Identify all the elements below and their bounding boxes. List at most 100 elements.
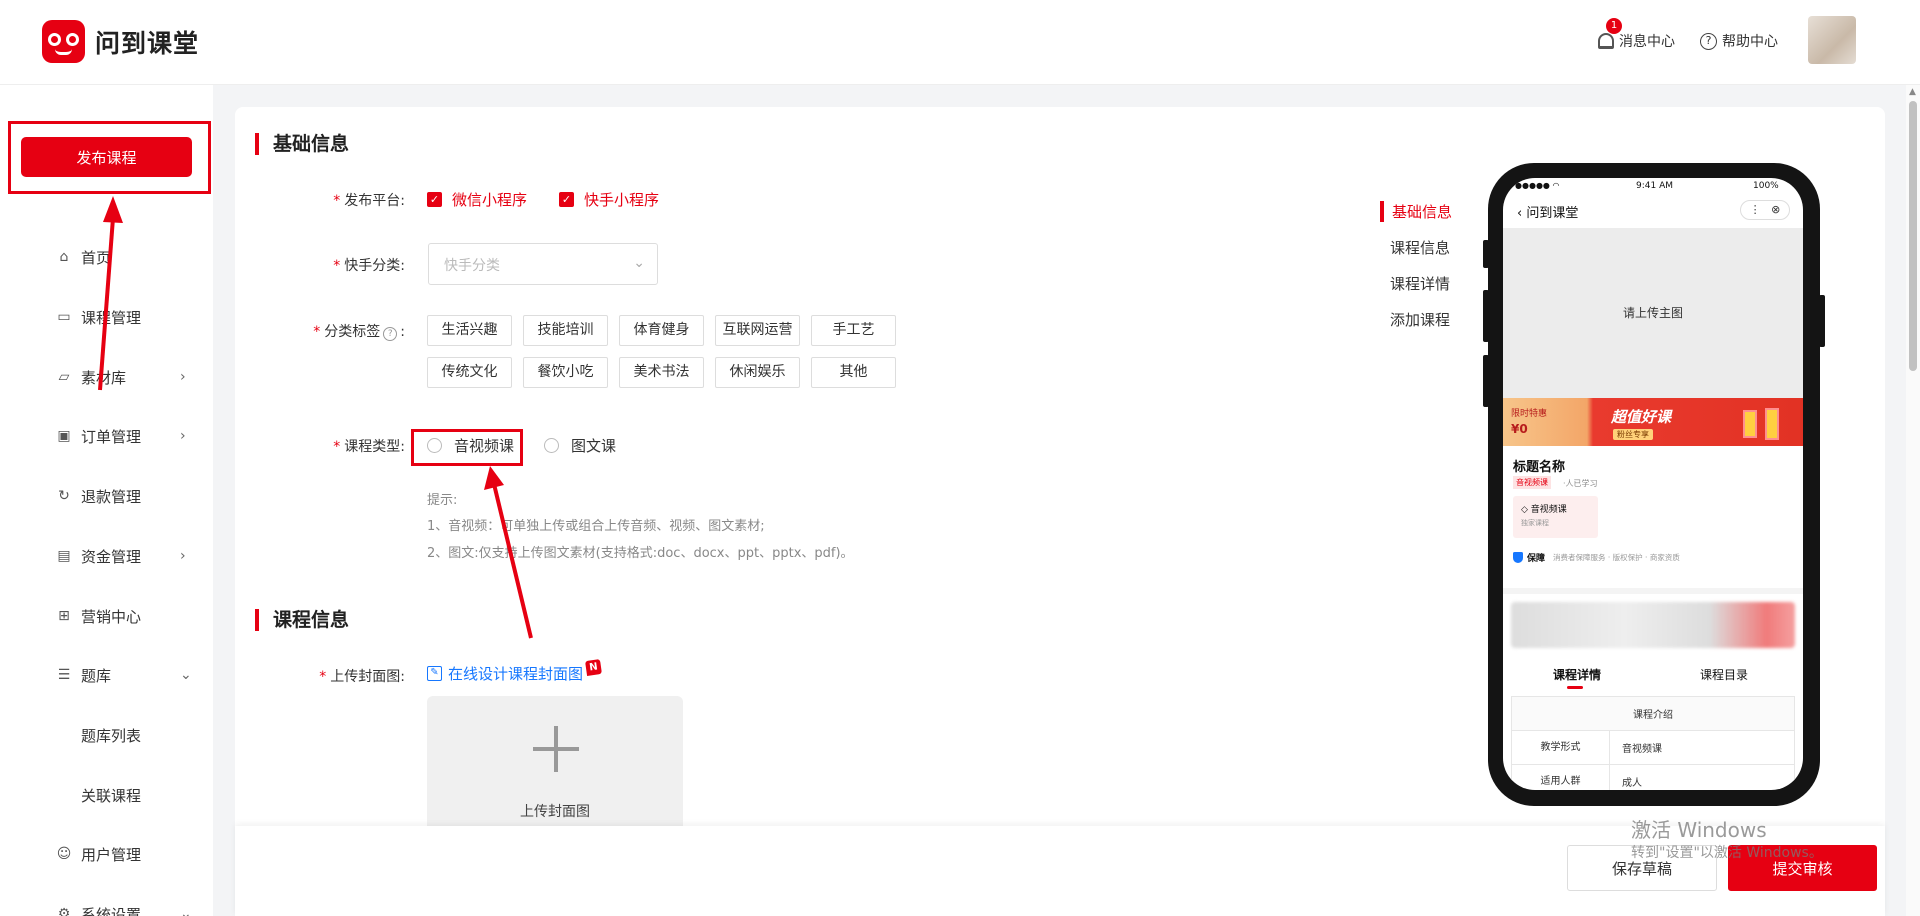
bell-icon	[1598, 33, 1614, 49]
preview-guarantee: 保障 消费者保障服务 · 版权保护 · 商家资质	[1513, 551, 1680, 564]
back-icon: ‹	[1517, 206, 1527, 221]
preview-learners: ·人已学习	[1563, 479, 1598, 488]
sidebar-item-home[interactable]: ⌂ 首页	[0, 237, 213, 277]
scroll-up-icon: ▲	[1909, 87, 1916, 97]
chevron-right-icon: ›	[180, 369, 186, 385]
main-image-placeholder: 请上传主图	[1503, 228, 1803, 398]
gear-icon: ⚙	[57, 906, 71, 916]
messages-label: 消息中心	[1619, 34, 1675, 50]
edit-icon: ✎	[427, 666, 442, 681]
avatar[interactable]	[1808, 16, 1856, 64]
tag-option[interactable]: 互联网运营	[715, 315, 800, 346]
activation-watermark-sub: 转到"设置"以激活 Windows。	[1631, 845, 1823, 861]
refund-icon: ↻	[58, 488, 70, 504]
category-select[interactable]: 快手分类 ⌄	[428, 243, 658, 285]
platform-label: * 发布平台:	[333, 193, 405, 209]
help-icon: ?	[383, 327, 398, 341]
promo-banner: 限时特惠 ¥0 超值好课 粉丝专享	[1503, 398, 1803, 446]
anchor-detail[interactable]: 课程详情	[1390, 273, 1450, 294]
preview-tab-catalog: 课程目录	[1700, 668, 1749, 682]
chat-icon: ▭	[57, 309, 71, 325]
sidebar-item-finance[interactable]: ▤ 资金管理 ›	[0, 536, 213, 576]
app-name: 问到课堂	[95, 28, 200, 58]
tip-heading: 提示:	[427, 493, 458, 508]
sidebar-item-courses[interactable]: ▭ 课程管理	[0, 297, 213, 337]
help-icon: ?	[1700, 32, 1717, 50]
upload-label: 上传封面图	[520, 804, 590, 820]
tag-option[interactable]: 餐饮小吃	[523, 357, 608, 388]
highlight-box-publish	[8, 121, 211, 194]
gift-icon: ⊞	[58, 608, 70, 624]
top-header: 问到课堂 消息中心 1 ? 帮助中心	[0, 0, 1920, 85]
anchor-course[interactable]: 课程信息	[1390, 237, 1450, 258]
tag-option[interactable]: 手工艺	[811, 315, 896, 346]
tags-label: * 分类标签?:	[313, 324, 405, 341]
sidebar-item-materials[interactable]: ▱ 素材库 ›	[0, 357, 213, 397]
plus-icon	[533, 726, 579, 772]
help-label: 帮助中心	[1722, 34, 1778, 50]
status-bar: ●●●●● ◠ 9:41 AM 100%	[1515, 181, 1779, 191]
tag-option[interactable]: 休闲娱乐	[715, 357, 800, 388]
monitor-icon: ▣	[57, 428, 71, 444]
sidebar: 发布课程 ⌂ 首页 ▭ 课程管理 ▱ 素材库 › ▣ 订单管理 › ↻ 退款管理 ▤ 资金管理 ›…	[0, 85, 213, 916]
help-link[interactable]: ? 帮助中心	[1700, 31, 1778, 51]
preview-tab-detail: 课程详情	[1553, 668, 1602, 689]
type-graphic-radio[interactable]: 图文课	[544, 435, 616, 456]
sidebar-item-linked-courses[interactable]: 关联课程	[0, 775, 213, 815]
course-type-label: * 课程类型:	[333, 439, 405, 455]
activation-watermark: 激活 Windows	[1631, 818, 1767, 842]
logo-icon	[42, 20, 85, 63]
category-label: * 快手分类:	[333, 258, 405, 274]
design-cover-link[interactable]: ✎ 在线设计课程封面图	[427, 663, 583, 684]
notification-badge: 1	[1606, 18, 1622, 34]
preview-type-card: ◇ 音视频课 独家课程	[1513, 496, 1598, 538]
preview-course-name: 标题名称	[1513, 460, 1566, 475]
tag-option[interactable]: 体育健身	[619, 315, 704, 346]
home-icon: ⌂	[59, 249, 69, 265]
sidebar-item-question-bank[interactable]: ☰ 题库 ⌄	[0, 655, 213, 695]
highlight-box-type	[411, 429, 523, 466]
check-icon: ✓	[559, 192, 574, 207]
shield-icon	[1513, 552, 1523, 563]
sidebar-item-orders[interactable]: ▣ 订单管理 ›	[0, 416, 213, 456]
anchor-basic[interactable]: 基础信息	[1380, 201, 1452, 222]
sidebar-item-question-list[interactable]: 题库列表	[0, 715, 213, 755]
section-title-course: 课程信息	[255, 609, 349, 631]
check-icon: ✓	[427, 192, 442, 207]
tag-option[interactable]: 技能培训	[523, 315, 608, 346]
preview-intro-table: 课程介绍 教学形式 音视频课 适用人群 成人	[1511, 696, 1795, 790]
phone-preview-screen: ●●●●● ◠ 9:41 AM 100% ‹ 问到课堂 ⋮ ⊗ 请上传主图 限时…	[1503, 178, 1803, 790]
sidebar-item-refunds[interactable]: ↻ 退款管理	[0, 476, 213, 516]
sidebar-item-users[interactable]: ☺ 用户管理	[0, 834, 213, 874]
app-logo[interactable]: 问到课堂	[42, 20, 199, 63]
tag-option[interactable]: 美术书法	[619, 357, 704, 388]
platform-wechat-checkbox[interactable]: ✓ 微信小程序	[427, 189, 527, 210]
sidebar-item-settings[interactable]: ⚙ 系统设置 ⌄	[0, 894, 213, 916]
scrollbar-thumb[interactable]	[1909, 101, 1917, 371]
tag-option[interactable]: 其他	[811, 357, 896, 388]
section-title-basic: 基础信息	[255, 133, 349, 155]
gift-icon	[1765, 408, 1779, 440]
list-icon: ☰	[57, 667, 71, 683]
sidebar-item-marketing[interactable]: ⊞ 营销中心	[0, 596, 213, 636]
preview-type-tag: 音视频课	[1513, 476, 1551, 489]
user-icon: ☺	[56, 846, 72, 862]
anchor-add[interactable]: 添加课程	[1390, 309, 1450, 330]
chevron-down-icon: ⌄	[180, 906, 192, 916]
messages-link[interactable]: 消息中心	[1598, 31, 1675, 51]
platform-kuaishou-checkbox[interactable]: ✓ 快手小程序	[559, 189, 659, 210]
new-badge: N	[585, 659, 602, 676]
tag-option[interactable]: 传统文化	[427, 357, 512, 388]
capsule-menu: ⋮ ⊗	[1740, 200, 1790, 220]
wallet-icon: ▤	[57, 548, 71, 564]
page-scrollbar[interactable]: ▲	[1906, 85, 1920, 916]
chevron-right-icon: ›	[180, 548, 186, 564]
preview-title: ‹ 问到课堂	[1517, 206, 1579, 221]
cover-label: * 上传封面图:	[319, 669, 405, 685]
tag-option[interactable]: 生活兴趣	[427, 315, 512, 346]
gift-icon	[1743, 410, 1757, 438]
chevron-right-icon: ›	[180, 428, 186, 444]
tip-line: 2、图文:仅支持上传图文素材(支持格式:doc、docx、ppt、pptx、pd…	[427, 546, 854, 561]
chevron-down-icon: ⌄	[633, 255, 645, 271]
chevron-down-icon: ⌄	[180, 667, 192, 683]
